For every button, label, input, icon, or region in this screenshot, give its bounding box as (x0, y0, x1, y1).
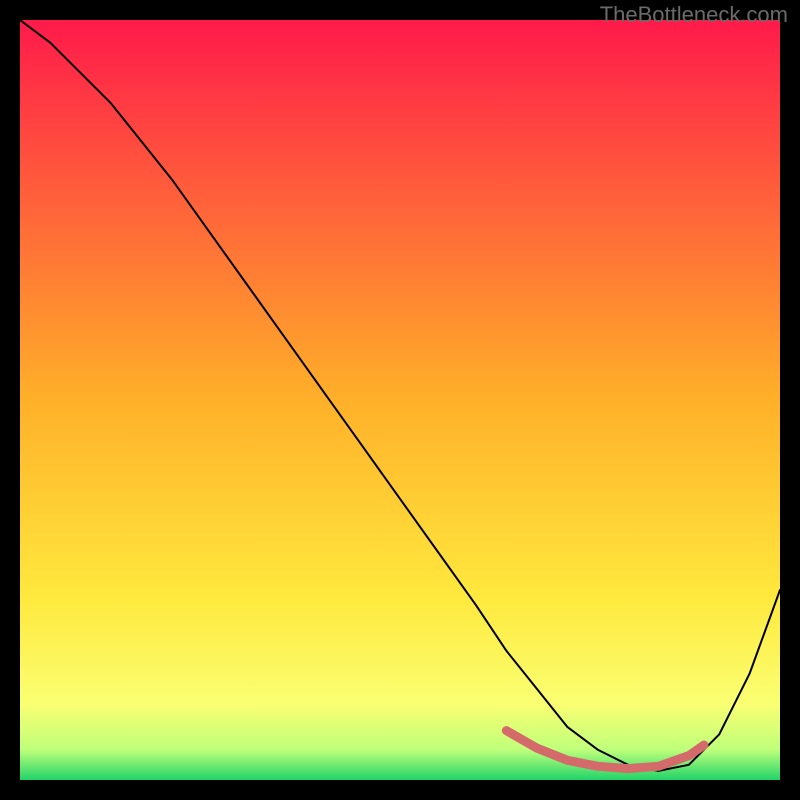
plot-area (20, 20, 780, 780)
gradient-background (20, 20, 780, 780)
chart-svg (20, 20, 780, 780)
watermark-text: TheBottleneck.com (600, 2, 788, 28)
chart-frame: TheBottleneck.com (0, 0, 800, 800)
